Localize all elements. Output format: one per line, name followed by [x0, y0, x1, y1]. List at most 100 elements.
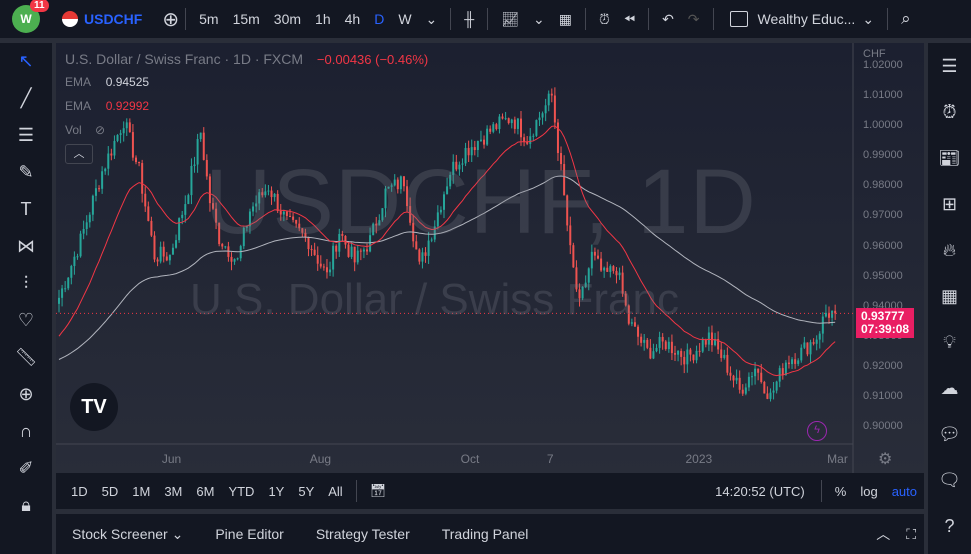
log-toggle[interactable]: log	[853, 484, 884, 499]
candle-body	[701, 339, 704, 352]
interval-4h[interactable]: 4h	[338, 11, 368, 27]
candle-body	[541, 113, 544, 118]
symbol-search[interactable]: USDCHF	[84, 11, 142, 27]
news-icon[interactable]: 📰︎	[928, 135, 971, 181]
candlestick-chart[interactable]	[56, 43, 924, 473]
hotlist-flame-icon[interactable]: 🔥︎	[928, 227, 971, 273]
vol-legend[interactable]: Vol ⊘	[65, 123, 105, 137]
tradingview-logo[interactable]: TV	[70, 383, 118, 431]
tab-trading-panel[interactable]: Trading Panel	[426, 526, 545, 542]
ema-legend-slow[interactable]: EMA 0.94525	[65, 75, 149, 89]
chats-icon[interactable]: 💬︎	[928, 411, 971, 457]
interval-w[interactable]: W	[391, 11, 418, 27]
candle-body	[726, 354, 729, 373]
percent-toggle[interactable]: %	[828, 484, 854, 499]
goto-date-icon[interactable]: 📅︎	[363, 483, 394, 499]
tab-pine-editor[interactable]: Pine Editor	[199, 526, 299, 542]
ideas-bulb-icon[interactable]: 💡︎	[928, 319, 971, 365]
compare-add-icon[interactable]: ⊕	[162, 7, 179, 32]
alarm-icon[interactable]: ⏰︎	[928, 89, 971, 135]
range-5y[interactable]: 5Y	[291, 484, 321, 499]
ema-legend-fast[interactable]: EMA 0.92992	[65, 99, 149, 113]
settings-gear-icon[interactable]: ⚙	[878, 449, 892, 469]
layout-grid-icon[interactable]: ▦	[552, 11, 579, 28]
lightning-icon[interactable]: ϟ	[807, 421, 827, 441]
layout-name[interactable]: Wealthy Educ...	[758, 11, 856, 27]
alert-icon[interactable]: ⏰︎	[592, 11, 617, 28]
chat-cloud-icon[interactable]: ☁	[928, 365, 971, 411]
range-1m[interactable]: 1M	[125, 484, 157, 499]
indicators-icon[interactable]: 📈︎	[494, 11, 526, 28]
candle-body	[809, 342, 812, 355]
price-tick: 0.92000	[863, 359, 903, 372]
watchlist-icon[interactable]: ☰	[928, 43, 971, 89]
candle-body	[664, 341, 667, 350]
candle-body	[489, 128, 492, 132]
prediction-icon[interactable]: ⫶	[0, 265, 52, 302]
search-icon[interactable]: ⌕	[894, 9, 918, 29]
templates-chevron-icon[interactable]: ⌄	[526, 11, 552, 28]
range-ytd[interactable]: YTD	[221, 484, 261, 499]
current-price-tag: 0.93777 07:39:08	[856, 308, 914, 338]
lock-icon[interactable]: 🔒︎	[0, 487, 52, 524]
trendline-icon[interactable]: ╱	[0, 80, 52, 117]
hidden-eye-icon[interactable]: ⊘	[95, 123, 105, 137]
bottom-panel: Stock Screener ⌄ Pine Editor Strategy Te…	[56, 514, 924, 554]
interval-5m[interactable]: 5m	[192, 11, 225, 27]
tab-strategy-tester[interactable]: Strategy Tester	[300, 526, 426, 542]
text-icon[interactable]: T	[0, 191, 52, 228]
interval-30m[interactable]: 30m	[267, 11, 308, 27]
pattern-icon[interactable]: ⋈	[0, 228, 52, 265]
range-3m[interactable]: 3M	[157, 484, 189, 499]
ruler-icon[interactable]: 📏︎	[0, 339, 52, 376]
candle-body	[670, 341, 673, 354]
fib-icon[interactable]: ☰	[0, 117, 52, 154]
candle-body	[815, 339, 818, 344]
brush-icon[interactable]: ✎	[0, 154, 52, 191]
collapse-panel-icon[interactable]: ︿	[868, 524, 898, 544]
range-all[interactable]: All	[321, 484, 349, 499]
collapse-legend-button[interactable]: ︿	[65, 144, 93, 164]
candle-body	[319, 263, 322, 267]
layout-chevron-icon[interactable]: ⌄	[855, 11, 881, 28]
interval-1h[interactable]: 1h	[308, 11, 338, 27]
magnet-icon[interactable]: ∩	[0, 413, 52, 450]
range-5d[interactable]: 5D	[95, 484, 126, 499]
help-icon[interactable]: ?	[928, 503, 971, 549]
candle-body	[692, 354, 695, 361]
candle-body	[532, 135, 535, 137]
tab-stock-screener[interactable]: Stock Screener ⌄	[56, 526, 199, 543]
candle-body	[649, 347, 652, 359]
interval-15m[interactable]: 15m	[226, 11, 267, 27]
add-list-icon[interactable]: ⊞	[928, 181, 971, 227]
price-axis[interactable]: CHF 1.02000 1.01000 1.00000 0.99000 0.98000 0…	[853, 43, 924, 473]
cursor-icon[interactable]: ↖	[0, 43, 52, 80]
time-tick: Oct	[460, 452, 480, 466]
candle-body	[689, 349, 692, 355]
price-tick: 0.97000	[863, 209, 903, 222]
undo-icon[interactable]: ↶	[655, 11, 681, 28]
chevron-down-icon[interactable]: ⌄	[419, 11, 445, 28]
range-1d[interactable]: 1D	[64, 484, 95, 499]
range-1y[interactable]: 1Y	[261, 484, 291, 499]
logo-avatar[interactable]: W 11	[12, 0, 49, 33]
redo-icon[interactable]: ↷	[681, 11, 707, 28]
candle-body	[800, 347, 803, 361]
ema-label: EMA	[65, 75, 91, 89]
layout-checkbox-icon[interactable]	[729, 11, 748, 27]
candle-body	[178, 218, 181, 241]
time-tick: 7	[546, 452, 554, 466]
maximize-panel-icon[interactable]: ⛶	[898, 526, 924, 543]
zoom-icon[interactable]: ⊕	[0, 376, 52, 413]
range-6m[interactable]: 6M	[189, 484, 221, 499]
notes-icon[interactable]: 🗨︎	[928, 457, 971, 503]
replay-icon[interactable]: ⏪︎	[617, 11, 642, 28]
lock-drawing-icon[interactable]: ✐	[0, 450, 52, 487]
clock-time[interactable]: 14:20:52 (UTC)	[715, 484, 805, 499]
auto-toggle[interactable]: auto	[885, 484, 924, 499]
interval-d[interactable]: D	[367, 11, 391, 27]
calendar-icon[interactable]: ▦	[928, 273, 971, 319]
heart-icon[interactable]: ♡	[0, 302, 52, 339]
candles-icon[interactable]: ╫	[457, 11, 481, 27]
candle-body	[547, 93, 550, 106]
